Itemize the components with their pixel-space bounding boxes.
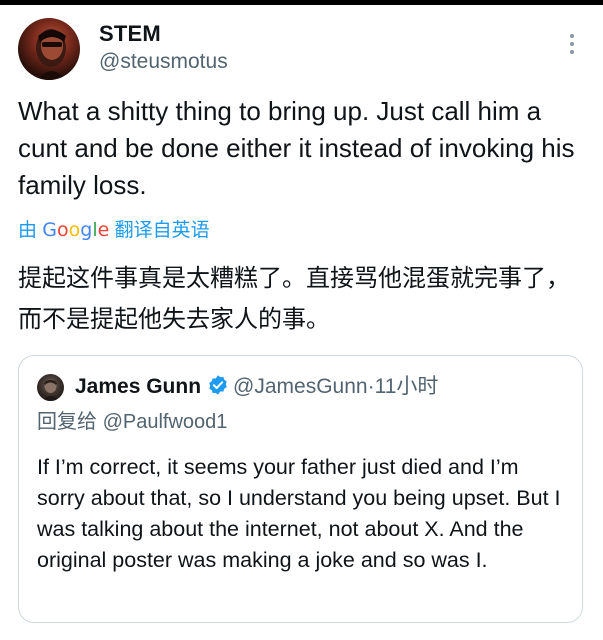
quote-author-avatar[interactable]	[37, 374, 64, 401]
quote-author-handle[interactable]: @JamesGunn	[233, 375, 368, 398]
translate-attribution[interactable]: 由 Google 翻译自英语	[18, 216, 210, 244]
quote-name-row: James Gunn @JamesGunn·11小时	[75, 372, 438, 405]
avatar-image	[36, 29, 66, 80]
top-status-bar	[0, 0, 603, 5]
verified-badge-icon	[207, 374, 229, 405]
quote-author-name[interactable]: James Gunn	[75, 375, 201, 398]
reply-to-line: 回复给 @Paulfwood1	[37, 408, 227, 436]
quote-timestamp[interactable]: 11小时	[375, 375, 439, 398]
quote-separator: ·	[367, 375, 375, 398]
tweet-header: STEM @steusmotus	[18, 18, 585, 84]
quote-avatar-image	[41, 379, 60, 401]
more-options-icon[interactable]	[565, 34, 579, 64]
tweet-text: What a shitty thing to bring up. Just ca…	[18, 96, 575, 200]
author-display-name[interactable]: STEM	[99, 20, 228, 48]
translated-text: 提起这件事真是太糟糕了。直接骂他混蛋就完事了，而不是提起他失去家人的事。	[18, 264, 570, 333]
quoted-tweet-card[interactable]: James Gunn @JamesGunn·11小时 回复给 @Paulfwood…	[18, 355, 583, 623]
reply-to-prefix: 回复给	[37, 411, 97, 433]
quote-text: If I’m correct, it seems your father jus…	[37, 455, 561, 572]
author-avatar[interactable]	[18, 18, 80, 80]
translate-label: 翻译自英语	[114, 220, 210, 241]
reply-to-handle[interactable]: @Paulfwood1	[103, 411, 228, 433]
translate-prefix: 由	[18, 220, 38, 241]
author-block: STEM @steusmotus	[99, 20, 228, 76]
google-logo: Google	[42, 219, 110, 241]
author-handle[interactable]: @steusmotus	[99, 48, 228, 76]
